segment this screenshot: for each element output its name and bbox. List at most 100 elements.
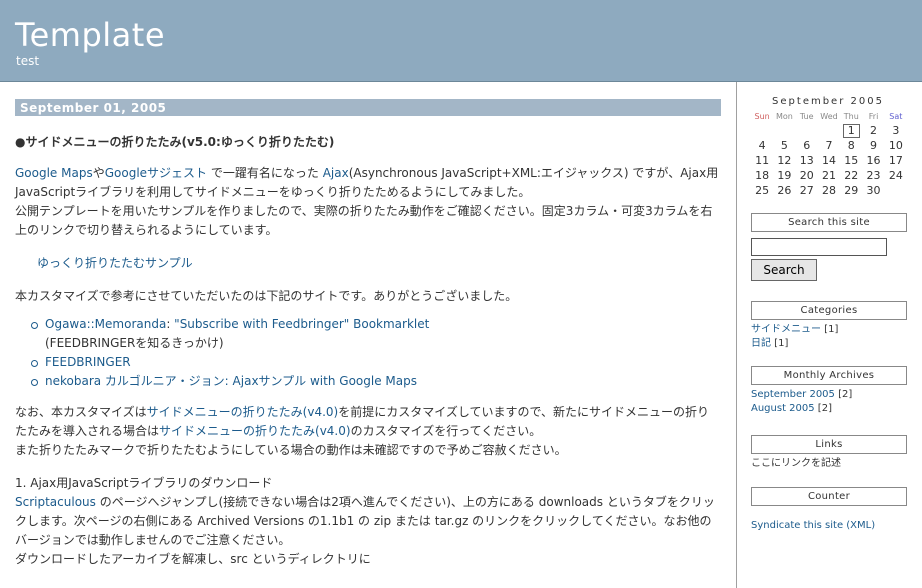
search-input[interactable] xyxy=(751,238,887,256)
intro-text-1: や xyxy=(92,166,105,180)
weekday-label: Thu xyxy=(843,112,859,121)
main-content: September 01, 2005 ●サイドメニューの折りたたみ(v5.0:ゆ… xyxy=(15,99,721,569)
calendar-day-number: 26 xyxy=(777,184,792,197)
calendar-day: 9 xyxy=(862,138,884,153)
calendar-day: 2 xyxy=(862,123,884,138)
calendar-day: 12 xyxy=(773,153,795,168)
calendar-empty-cell xyxy=(773,123,795,138)
calendar-empty-cell xyxy=(885,183,907,198)
categories-list: サイドメニュー [1] 日記 [1] xyxy=(751,323,907,351)
nekobara-link[interactable]: nekobara カルゴルニア・ジョン: Ajaxサンプル with Googl… xyxy=(45,374,417,388)
calendar-day-number: 2 xyxy=(870,124,878,137)
archive-count: [2] xyxy=(814,403,832,414)
list-item: August 2005 [2] xyxy=(751,402,907,416)
calendar-day: 11 xyxy=(751,153,773,168)
intro-text-2: で一躍有名になった xyxy=(207,166,323,180)
v40-link-2[interactable]: サイドメニューの折りたたみ(v4.0) xyxy=(159,424,351,438)
reference-list: Ogawa::Memoranda: "Subscribe with Feedbr… xyxy=(31,315,721,391)
v40-link-1[interactable]: サイドメニューの折りたたみ(v4.0) xyxy=(147,405,339,419)
calendar-day-number: 9 xyxy=(870,139,878,152)
intro-text-4: 公開テンプレートを用いたサンプルを作りましたので、実際の折りたたみ動作をご確認く… xyxy=(15,204,713,237)
search-button[interactable]: Search xyxy=(751,259,817,281)
ref-note: (FEEDBRINGERを知るきっかけ) xyxy=(45,336,224,350)
calendar-day-number: 4 xyxy=(758,139,766,152)
scriptaculous-link[interactable]: Scriptaculous xyxy=(15,495,96,509)
note-paragraph: なお、本カスタマイズはサイドメニューの折りたたみ(v4.0)を前提にカスタマイズ… xyxy=(15,403,721,460)
calendar-day-number: 24 xyxy=(888,169,903,182)
calendar-day-number: 18 xyxy=(755,169,770,182)
calendar-day: 8 xyxy=(840,138,862,153)
calendar-empty-cell xyxy=(751,123,773,138)
thanks-paragraph: 本カスタマイズで参考にさせていただいたのは下記のサイトです。ありがとうございまし… xyxy=(15,289,518,303)
calendar-title: September 2005 xyxy=(772,96,884,107)
calendar-day-number: 11 xyxy=(755,154,770,167)
search-heading: Search this site xyxy=(751,213,907,232)
ajax-link[interactable]: Ajax xyxy=(323,166,349,180)
calendar-day-number: 13 xyxy=(799,154,814,167)
calendar-day: 20 xyxy=(796,168,818,183)
note-text-3: のカスタマイズを行ってください。 xyxy=(350,424,542,438)
links-text: ここにリンクを記述 xyxy=(751,458,841,469)
blog-description: test xyxy=(16,54,40,68)
sample-paragraph: ゆっくり折りたたむサンプル xyxy=(15,254,721,273)
calendar-day-number: 8 xyxy=(847,139,855,152)
calendar-day-number: 30 xyxy=(866,184,881,197)
archive-link[interactable]: September 2005 xyxy=(751,389,835,400)
list-item: Ogawa::Memoranda: "Subscribe with Feedbr… xyxy=(31,315,721,353)
calendar-day: 4 xyxy=(751,138,773,153)
calendar-day-number: 23 xyxy=(866,169,881,182)
calendar-day-number: 15 xyxy=(844,154,859,167)
sidebar-divider xyxy=(736,82,737,588)
calendar-day: 15 xyxy=(840,153,862,168)
calendar-day-number: 20 xyxy=(799,169,814,182)
archive-link[interactable]: August 2005 xyxy=(751,403,815,414)
list-item: サイドメニュー [1] xyxy=(751,323,907,337)
calendar-day-number: 29 xyxy=(844,184,859,197)
step1-heading: 1. Ajax用JavaScriptライブラリのダウンロード xyxy=(15,476,273,490)
calendar-day-number: 12 xyxy=(777,154,792,167)
archive-count: [2] xyxy=(834,389,853,400)
sample-link[interactable]: ゆっくり折りたたむサンプル xyxy=(37,254,721,273)
calendar-day: 16 xyxy=(862,153,884,168)
syndicate-link[interactable]: Syndicate this site (XML) xyxy=(751,520,875,531)
calendar-day: 13 xyxy=(796,153,818,168)
calendar-empty-cell xyxy=(818,123,840,138)
calendar-day: 17 xyxy=(885,153,907,168)
feedbringer-bookmarklet-link[interactable]: "Subscribe with Feedbringer" Bookmarklet xyxy=(174,317,429,331)
calendar-day: 30 xyxy=(862,183,884,198)
entry-title: ●サイドメニューの折りたたみ(v5.0:ゆっくり折りたたむ) xyxy=(15,135,335,149)
calendar-day-number: 16 xyxy=(866,154,881,167)
calendar-day: 26 xyxy=(773,183,795,198)
category-count: [1] xyxy=(771,338,789,349)
weekday-label: Mon xyxy=(775,112,793,121)
note-text-1: なお、本カスタマイズは xyxy=(15,405,147,419)
weekday-label: Wed xyxy=(820,112,838,121)
calendar-day: 1 xyxy=(840,123,862,138)
blog-title[interactable]: Template xyxy=(15,16,165,54)
feedbringer-link[interactable]: FEEDBRINGER xyxy=(45,355,131,369)
date-header: September 01, 2005 xyxy=(15,99,721,116)
calendar-day-number: 7 xyxy=(825,139,833,152)
category-link[interactable]: サイドメニュー xyxy=(751,324,821,335)
calendar-week: 4 5 6 7 8 9 10 xyxy=(751,138,907,153)
ogawa-memoranda-link[interactable]: Ogawa::Memoranda xyxy=(45,317,166,331)
calendar-day: 27 xyxy=(796,183,818,198)
calendar-day: 18 xyxy=(751,168,773,183)
calendar-day-number: 3 xyxy=(892,124,900,137)
entry: ●サイドメニューの折りたたみ(v5.0:ゆっくり折りたたむ) Google Ma… xyxy=(15,133,721,569)
categories-heading: Categories xyxy=(751,301,907,320)
google-maps-link[interactable]: Google Maps xyxy=(15,166,93,180)
category-link[interactable]: 日記 xyxy=(751,338,771,349)
calendar-day: 29 xyxy=(840,183,862,198)
calendar-day: 21 xyxy=(818,168,840,183)
step1-text-2: ダウンロードしたアーカイブを解凍し、src というディレクトリに xyxy=(15,552,371,566)
calendar-week: 25 26 27 28 29 30 xyxy=(751,183,907,198)
list-item: nekobara カルゴルニア・ジョン: Ajaxサンプル with Googl… xyxy=(31,372,721,391)
google-suggest-link[interactable]: Googleサジェスト xyxy=(105,166,207,180)
archives-heading: Monthly Archives xyxy=(751,366,907,385)
step1-paragraph: 1. Ajax用JavaScriptライブラリのダウンロード Scriptacu… xyxy=(15,474,721,569)
calendar-days: 1 2 3 4 5 6 7 8 9 10 11 12 13 14 15 16 17 18 19 20 21 22 23 24 2… xyxy=(751,123,907,198)
calendar-day-number: 25 xyxy=(755,184,770,197)
calendar-week: 18 19 20 21 22 23 24 xyxy=(751,168,907,183)
calendar-day: 25 xyxy=(751,183,773,198)
